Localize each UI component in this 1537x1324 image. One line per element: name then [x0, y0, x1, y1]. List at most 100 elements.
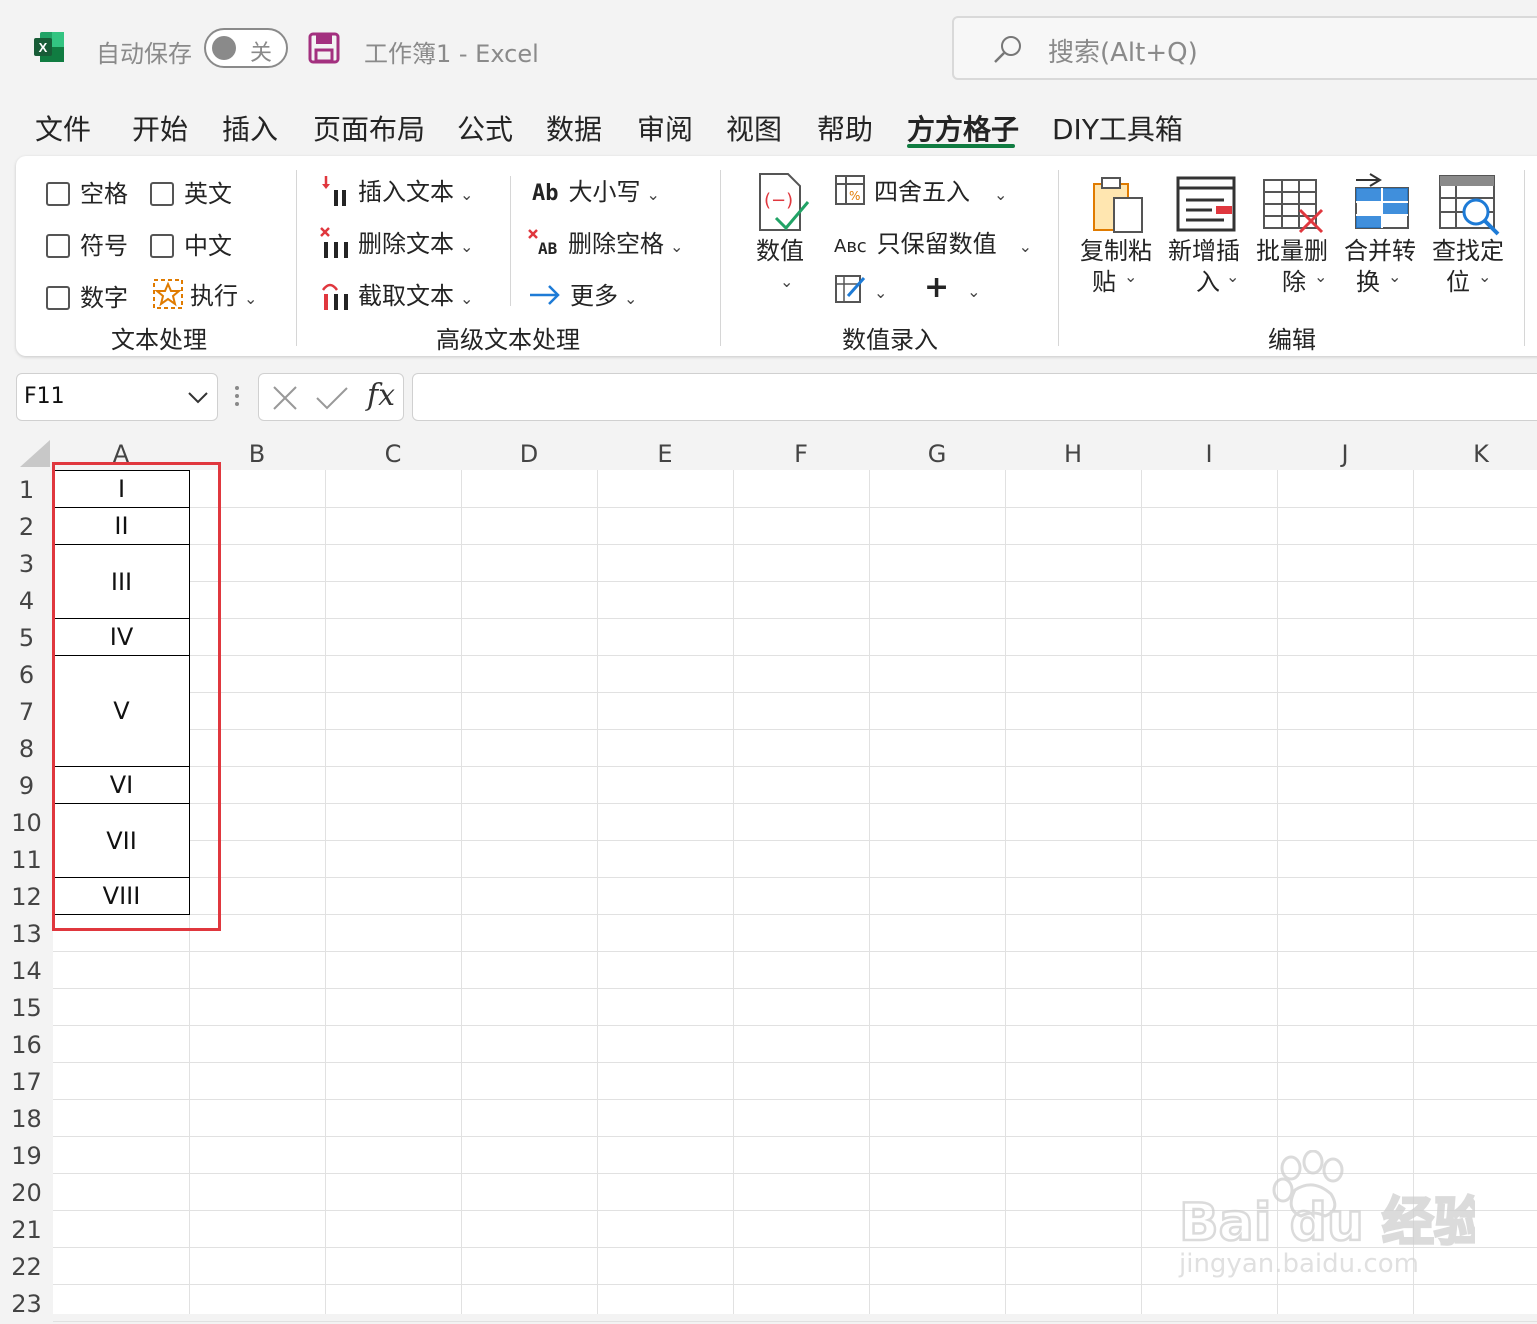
- insert-function-icon[interactable]: fx: [367, 378, 395, 413]
- batch-delete-label-2: 除: [1282, 268, 1306, 296]
- tab-formulas[interactable]: 公式: [457, 108, 513, 148]
- row-header-21[interactable]: 21: [0, 1210, 53, 1247]
- row-gridline: [53, 766, 1537, 767]
- row-header-17[interactable]: 17: [0, 1062, 53, 1099]
- column-header-f[interactable]: F: [733, 434, 869, 470]
- save-icon[interactable]: [308, 32, 340, 64]
- row-header-16[interactable]: 16: [0, 1025, 53, 1062]
- formula-bar-grip-icon[interactable]: [233, 386, 241, 410]
- row-header-22[interactable]: 22: [0, 1247, 53, 1284]
- chevron-down-icon[interactable]: [187, 391, 209, 405]
- row-header-6[interactable]: 6: [0, 655, 53, 692]
- checkbox-chinese[interactable]: 中文: [150, 226, 232, 261]
- checkbox-space[interactable]: 空格: [46, 174, 128, 209]
- autosave-toggle[interactable]: 关: [204, 28, 288, 68]
- search-box[interactable]: 搜索(Alt+Q): [952, 16, 1537, 80]
- insert-text-button[interactable]: 插入文本 ⌄: [320, 172, 473, 208]
- red-highlight-box: [52, 462, 221, 931]
- keep-numeric-button[interactable]: Aʙc 只保留数值 ⌄: [834, 224, 1032, 259]
- checkbox-english[interactable]: 英文: [150, 174, 232, 209]
- column-header-i[interactable]: I: [1141, 434, 1277, 470]
- row-header-5[interactable]: 5: [0, 618, 53, 655]
- row-header-7[interactable]: 7: [0, 692, 53, 729]
- row-header-19[interactable]: 19: [0, 1136, 53, 1173]
- column-header-e[interactable]: E: [597, 434, 733, 470]
- row-gridline: [53, 655, 1537, 656]
- row-header-11[interactable]: 11: [0, 840, 53, 877]
- find-locate-button[interactable]: 查找定 位 ⌄: [1430, 170, 1508, 310]
- edit-form-button[interactable]: ⌄: [834, 272, 887, 304]
- execute-icon: [153, 279, 183, 309]
- tab-page-layout[interactable]: 页面布局: [313, 108, 425, 148]
- more-button[interactable]: 更多 ⌄: [528, 276, 637, 311]
- svg-text:X: X: [39, 40, 48, 55]
- row-gridline: [53, 877, 1537, 878]
- row-header-8[interactable]: 8: [0, 729, 53, 766]
- tab-file[interactable]: 文件: [35, 108, 91, 148]
- confirm-icon[interactable]: [315, 384, 349, 412]
- row-header-13[interactable]: 13: [0, 914, 53, 951]
- formula-input[interactable]: [412, 373, 1537, 421]
- checkbox-label: 空格: [80, 180, 128, 208]
- row-header-4[interactable]: 4: [0, 581, 53, 618]
- row-header-18[interactable]: 18: [0, 1099, 53, 1136]
- execute-button[interactable]: 执行 ⌄: [152, 276, 257, 311]
- tab-insert[interactable]: 插入: [222, 108, 278, 148]
- svg-text:%: %: [849, 189, 860, 203]
- group-separator: [296, 170, 297, 346]
- tab-view[interactable]: 视图: [726, 108, 782, 148]
- new-insert-button[interactable]: 新增插 入 ⌄: [1166, 170, 1244, 310]
- column-header-d[interactable]: D: [461, 434, 597, 470]
- delete-space-button[interactable]: AB 删除空格 ⌄: [528, 224, 683, 259]
- row-header-2[interactable]: 2: [0, 507, 53, 544]
- column-header-c[interactable]: C: [325, 434, 461, 470]
- group-label-numeric-entry: 数值录入: [842, 326, 938, 354]
- row-header-14[interactable]: 14: [0, 951, 53, 988]
- keep-numeric-label: 只保留数值: [876, 230, 997, 258]
- row-gridline: [53, 692, 1537, 693]
- checkbox-box: [46, 182, 70, 206]
- extract-text-button[interactable]: 截取文本 ⌄: [320, 276, 473, 312]
- arrow-right-icon: [530, 285, 560, 305]
- row-header-1[interactable]: 1: [0, 470, 53, 507]
- tab-data[interactable]: 数据: [546, 108, 602, 148]
- delete-text-button[interactable]: 删除文本 ⌄: [320, 224, 473, 260]
- merge-convert-button[interactable]: 合并转 换 ⌄: [1342, 170, 1420, 310]
- row-header-3[interactable]: 3: [0, 544, 53, 581]
- tab-home[interactable]: 开始: [132, 108, 188, 148]
- chevron-down-icon: ⌄: [967, 282, 981, 301]
- chevron-down-icon: ⌄: [874, 283, 888, 302]
- round-button[interactable]: % 四舍五入 ⌄: [834, 172, 1007, 207]
- tab-diy-toolbox[interactable]: DIY工具箱: [1052, 108, 1183, 148]
- column-gridline: [597, 470, 598, 1314]
- select-all-corner[interactable]: [0, 434, 53, 470]
- checkbox-number[interactable]: 数字: [46, 278, 128, 313]
- row-gridline: [53, 1284, 1537, 1285]
- column-header-h[interactable]: H: [1005, 434, 1141, 470]
- more-label: 更多: [570, 282, 618, 310]
- copy-paste-label-2: 贴: [1092, 268, 1116, 296]
- case-button[interactable]: Ab 大小写 ⌄: [532, 172, 660, 207]
- row-header-9[interactable]: 9: [0, 766, 53, 803]
- name-box[interactable]: F11: [16, 373, 218, 421]
- row-header-12[interactable]: 12: [0, 877, 53, 914]
- tab-fangfanggezi[interactable]: 方方格子: [907, 108, 1019, 148]
- row-header-10[interactable]: 10: [0, 803, 53, 840]
- row-header-20[interactable]: 20: [0, 1173, 53, 1210]
- copy-paste-button[interactable]: 复制粘 贴 ⌄: [1078, 170, 1156, 310]
- row-gridline: [53, 914, 1537, 915]
- column-header-j[interactable]: J: [1277, 434, 1413, 470]
- checkbox-symbol[interactable]: 符号: [46, 226, 128, 261]
- add-button[interactable]: + ⌄: [924, 270, 981, 305]
- delete-text-label: 删除文本: [358, 230, 454, 258]
- row-header-15[interactable]: 15: [0, 988, 53, 1025]
- numeric-button[interactable]: (−) 数值 ⌄: [752, 170, 812, 300]
- chevron-down-icon: ⌄: [1226, 267, 1240, 286]
- cancel-icon[interactable]: [271, 384, 299, 412]
- column-header-g[interactable]: G: [869, 434, 1005, 470]
- tab-help[interactable]: 帮助: [817, 108, 873, 148]
- row-header-23[interactable]: 23: [0, 1284, 53, 1321]
- tab-review[interactable]: 审阅: [637, 108, 693, 148]
- batch-delete-button[interactable]: 批量删 除 ⌄: [1254, 170, 1332, 310]
- column-header-k[interactable]: K: [1413, 434, 1537, 470]
